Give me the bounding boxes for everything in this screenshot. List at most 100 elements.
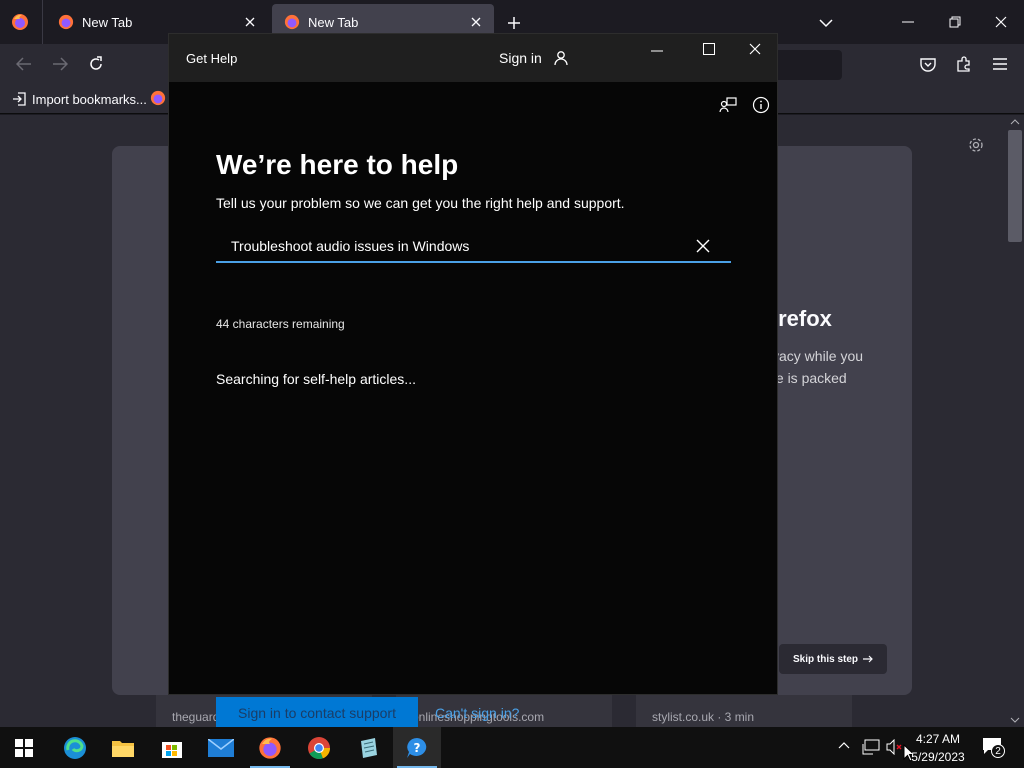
close-icon (995, 16, 1007, 28)
gh-maximize-button[interactable] (703, 43, 715, 55)
info-button[interactable] (752, 96, 770, 114)
get-help-window: Get Help Sign in We’re here to help Tell… (168, 33, 778, 729)
gear-icon (969, 138, 983, 152)
shortcut-label: stylist.co.uk · 3 min (652, 710, 755, 724)
person-icon (554, 51, 568, 66)
volume-button[interactable] (886, 739, 904, 755)
firefox-bookmark-icon[interactable] (150, 90, 166, 106)
close-icon (696, 239, 710, 253)
chevron-down-icon (819, 19, 833, 28)
arrow-left-icon (16, 57, 31, 71)
extensions-button[interactable] (952, 52, 976, 76)
close-tab-icon[interactable] (242, 14, 258, 30)
plus-icon (508, 17, 520, 29)
edge-icon (64, 736, 86, 759)
taskbar-mail[interactable] (197, 727, 245, 768)
scrollbar-thumb[interactable] (1008, 130, 1022, 242)
show-hidden-icons-button[interactable] (838, 741, 850, 749)
get-help-content: We’re here to help Tell us your problem … (169, 82, 777, 729)
reload-button[interactable] (84, 52, 108, 76)
chevron-up-icon (838, 742, 850, 749)
hamburger-menu-icon (993, 58, 1007, 70)
clear-search-button[interactable] (693, 236, 713, 256)
minimize-button[interactable] (896, 10, 920, 34)
mail-icon (208, 738, 234, 757)
app-menu-button[interactable] (988, 52, 1012, 76)
close-window-button[interactable] (989, 10, 1013, 34)
puzzle-icon (957, 56, 970, 72)
feedback-button[interactable] (719, 96, 737, 114)
problem-search-box[interactable] (216, 231, 731, 263)
firefox-icon (12, 14, 28, 30)
gh-close-button[interactable] (749, 43, 761, 55)
restore-button[interactable] (943, 10, 967, 34)
onboarding-text-line-2: te is packed (772, 370, 847, 386)
cant-sign-in-link[interactable]: Can't sign in? (435, 705, 519, 721)
get-help-title-bar: Get Help Sign in (169, 34, 777, 82)
arrow-right-icon (53, 57, 68, 71)
minimize-icon (651, 50, 663, 52)
firefox-icon (284, 14, 300, 30)
minimize-icon (902, 21, 914, 23)
pocket-button[interactable] (916, 52, 940, 76)
arrow-right-icon (863, 655, 873, 663)
close-icon (749, 43, 761, 55)
volume-muted-icon (886, 739, 902, 755)
skip-step-button[interactable]: Skip this step (779, 644, 887, 674)
sign-in-label: Sign in (499, 50, 542, 66)
problem-search-input[interactable] (231, 235, 681, 257)
onboarding-text-line-1: vacy while you (772, 348, 864, 364)
firefox-icon (58, 14, 74, 30)
forward-button[interactable] (48, 52, 72, 76)
chrome-icon (308, 736, 331, 759)
folder-icon (112, 740, 134, 757)
reload-icon (90, 56, 102, 70)
scroll-up-icon[interactable] (1010, 118, 1020, 126)
page-subtitle: Tell us your problem so we can get you t… (216, 195, 625, 211)
close-tab-icon[interactable] (468, 14, 484, 30)
network-button[interactable] (862, 739, 880, 755)
clock-time[interactable]: 4:27 AM (908, 732, 968, 746)
back-button[interactable] (12, 52, 36, 76)
maximize-icon (703, 43, 715, 55)
personalize-gear-button[interactable] (966, 135, 986, 155)
taskbar-notepad-app[interactable] (344, 727, 392, 768)
onboarding-headline: irefox (772, 306, 832, 331)
notepad-icon (361, 737, 377, 758)
taskbar-edge[interactable] (51, 727, 99, 768)
sign-in-contact-support-button[interactable]: Sign in to contact support (216, 697, 418, 729)
search-status: Searching for self-help articles... (216, 371, 416, 387)
windows-taskbar: ? 2 (0, 727, 1024, 768)
new-tab-button[interactable] (503, 12, 525, 34)
taskbar-firefox[interactable] (246, 727, 294, 768)
clock-date[interactable]: 5/29/2023 (904, 750, 972, 764)
tab-divider (42, 0, 43, 44)
firefox-view-button[interactable] (8, 10, 32, 34)
sign-in-button[interactable]: Sign in (499, 46, 570, 70)
windows-logo-icon (15, 738, 33, 757)
taskbar-store[interactable] (148, 727, 196, 768)
characters-remaining: 44 characters remaining (216, 317, 345, 331)
shortcut-tile[interactable]: stylist.co.uk · 3 min (636, 695, 852, 727)
tab-label: New Tab (82, 14, 133, 30)
notification-count-badge: 2 (991, 744, 1005, 758)
gh-minimize-button[interactable] (651, 42, 663, 60)
feedback-icon (719, 97, 737, 113)
taskbar-file-explorer[interactable] (99, 727, 147, 768)
network-icon (862, 739, 880, 755)
skip-step-label: Skip this step (792, 653, 858, 665)
store-icon (162, 741, 182, 758)
window-title: Get Help (186, 51, 238, 66)
taskbar-chrome[interactable] (295, 727, 343, 768)
start-button[interactable] (0, 727, 48, 768)
list-all-tabs-button[interactable] (815, 12, 837, 34)
import-bookmarks-button[interactable]: Import bookmarks... (12, 90, 147, 108)
get-help-icon: ? (407, 737, 427, 758)
scroll-down-icon[interactable] (1010, 716, 1020, 724)
page-title: We’re here to help (216, 149, 459, 180)
pocket-icon (920, 57, 936, 72)
notification-center-button[interactable]: 2 (982, 737, 1010, 759)
import-bookmarks-label: Import bookmarks... (32, 91, 147, 107)
taskbar-get-help[interactable]: ? (393, 727, 441, 768)
restore-icon (949, 16, 961, 28)
